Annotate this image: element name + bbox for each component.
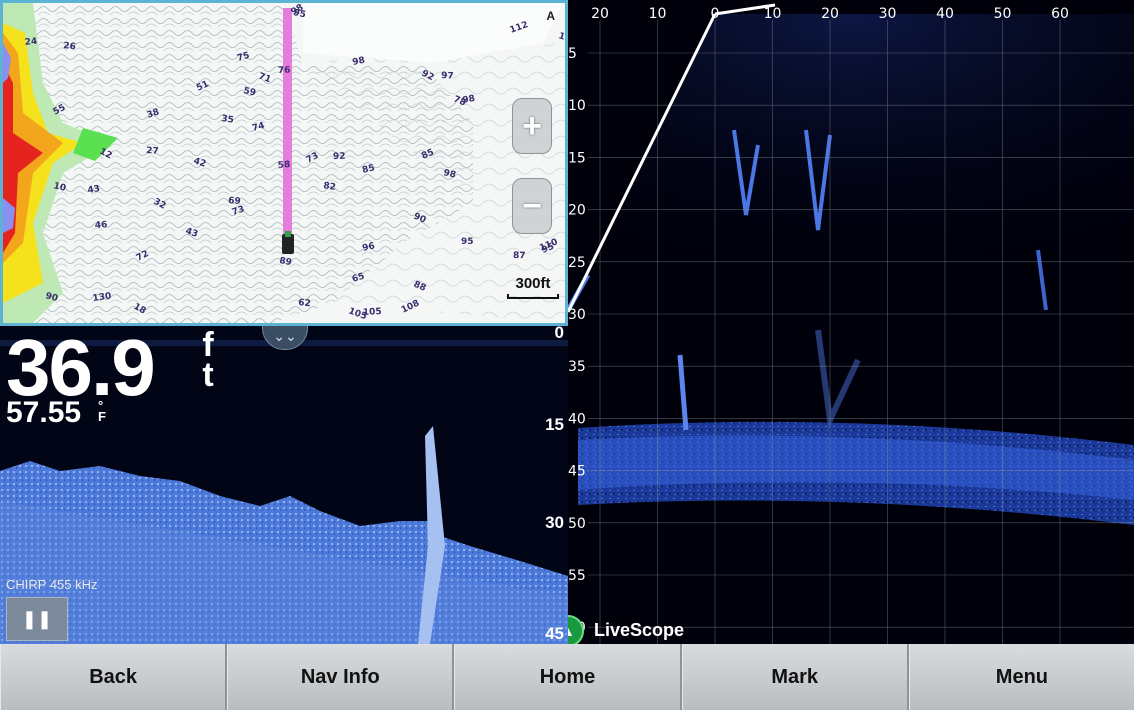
water-temperature: 57.55 xyxy=(6,396,82,429)
range-scale-label: 10 xyxy=(649,6,667,22)
contour-depth-label: 92 xyxy=(333,152,346,162)
depth-scale-label: 40 xyxy=(568,411,586,427)
range-scale-label: 60 xyxy=(1051,6,1069,22)
range-scale-label: 10 xyxy=(764,6,782,22)
home-button[interactable]: Home xyxy=(454,644,682,710)
livescope-view: 20100102030405060 5101520253035404550556… xyxy=(568,0,1134,644)
pause-button[interactable]: ❚❚ xyxy=(6,597,68,641)
contour-depth-label: 105 xyxy=(363,307,382,318)
mark-button[interactable]: Mark xyxy=(681,644,909,710)
plus-icon: + xyxy=(522,106,542,145)
depth-scale-label: 10 xyxy=(568,98,586,114)
range-scale-label: 20 xyxy=(821,6,839,22)
livescope-panel[interactable]: 20100102030405060 5101520253035404550556… xyxy=(568,0,1134,644)
depth-scale-label: 15 xyxy=(545,415,564,434)
depth-scale-label: 55 xyxy=(568,568,586,584)
range-scale-label: 0 xyxy=(711,6,720,22)
depth-scale-label: 30 xyxy=(568,307,586,323)
depth-scale-label: 15 xyxy=(568,150,586,166)
contour-depth-label: 26 xyxy=(63,41,77,52)
minus-icon: − xyxy=(522,186,542,225)
depth-scale-label: 20 xyxy=(568,203,586,219)
zoom-in-button[interactable]: + xyxy=(512,98,552,154)
depth-unit: ft xyxy=(202,326,214,394)
contour-depth-label: 76 xyxy=(278,66,291,76)
contour-depth-label: 82 xyxy=(323,181,337,193)
contour-depth-label: 24 xyxy=(24,37,38,48)
contour-depth-label: 58 xyxy=(277,160,290,171)
back-button[interactable]: Back xyxy=(0,644,228,710)
contour-depth-label: 43 xyxy=(87,184,101,196)
depth-scale-label: 50 xyxy=(568,516,586,532)
zoom-out-button[interactable]: − xyxy=(512,178,552,234)
depth-scale-label: 35 xyxy=(568,359,586,375)
contour-depth-label: 35 xyxy=(221,114,235,126)
depth-scale-label: 0 xyxy=(554,326,564,342)
contour-depth-label: 27 xyxy=(146,146,159,157)
scale-label: 300ft xyxy=(515,275,551,292)
chevron-double-down-icon: ⌄⌄ xyxy=(273,328,297,344)
contour-depth-label: 95 xyxy=(461,237,474,247)
depth-scale-label: 5 xyxy=(568,46,577,62)
scale-bar xyxy=(507,294,559,299)
chart-map-panel[interactable]: 98 26 75 71 76 51 59 98 92 97 112 107 24 55 35 74 78 92 85… xyxy=(0,0,568,326)
depth-scale-label: 30 xyxy=(545,513,564,532)
depth-scale-label: 25 xyxy=(568,255,586,271)
north-indicator: A xyxy=(546,9,555,23)
contour-map[interactable]: 982675717651 599892 97112107245535747892 85… xyxy=(3,3,565,323)
range-scale-label: 40 xyxy=(936,6,954,22)
traditional-sonar-panel[interactable]: ⌄⌄ 36.9 ft 57.55 °F 0 15 30 45 CHIRP 455… xyxy=(0,326,568,644)
temperature-unit: °F xyxy=(98,398,106,424)
frequency-label: CHIRP 455 kHz xyxy=(6,577,98,592)
range-scale-label: 20 xyxy=(591,6,609,22)
softkey-bar: Back Nav Info Home Mark Menu xyxy=(0,644,1134,710)
range-scale-label: 30 xyxy=(879,6,897,22)
boat-icon xyxy=(282,231,294,254)
route-line xyxy=(283,8,292,238)
contour-depth-label: 62 xyxy=(298,298,312,309)
nav-info-button[interactable]: Nav Info xyxy=(227,644,455,710)
depth-scale-label: 45 xyxy=(545,624,564,643)
pause-icon: ❚❚ xyxy=(21,608,53,629)
contour-depth-label: 97 xyxy=(441,71,454,82)
range-scale-label: 50 xyxy=(994,6,1012,22)
map-scale: 300ft xyxy=(505,275,561,299)
contour-depth-label: 46 xyxy=(95,220,108,231)
depth-scale-label: 45 xyxy=(568,464,586,480)
menu-button[interactable]: Menu xyxy=(908,644,1134,710)
livescope-label: LiveScope xyxy=(594,620,685,640)
contour-depth-label: 87 xyxy=(513,251,526,261)
